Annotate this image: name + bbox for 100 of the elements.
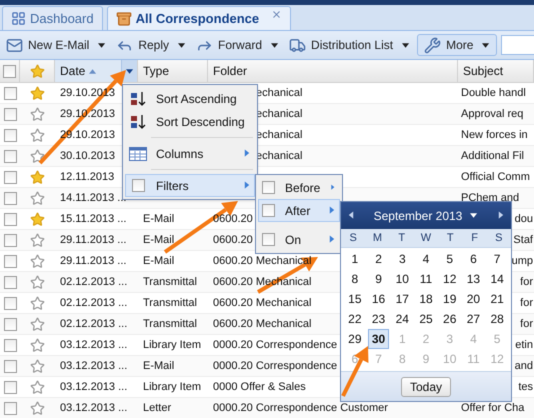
calendar-day[interactable]: 1 xyxy=(348,249,362,269)
tab[interactable]: All Correspondence xyxy=(106,6,292,30)
folder-cell-text: 0600.20 xyxy=(213,212,253,227)
star-icon[interactable] xyxy=(30,170,45,184)
checkbox[interactable] xyxy=(262,233,275,246)
calendar-day[interactable]: 15 xyxy=(344,289,366,309)
toolbar-button[interactable]: Reply xyxy=(113,34,190,56)
calendar-day[interactable]: 30 xyxy=(368,329,390,349)
star-icon[interactable] xyxy=(30,232,45,248)
star-icon[interactable] xyxy=(30,64,44,78)
checkbox[interactable] xyxy=(4,234,16,246)
calendar-day[interactable]: 20 xyxy=(462,289,484,309)
star-icon[interactable] xyxy=(30,106,45,122)
today-button[interactable]: Today xyxy=(400,376,452,396)
folder-cell-text: echanical xyxy=(256,148,302,164)
star-icon[interactable] xyxy=(30,254,45,268)
calendar-day[interactable]: 29 xyxy=(344,329,366,349)
calendar-day[interactable]: 2 xyxy=(371,249,386,269)
calendar-day[interactable]: 12 xyxy=(439,269,460,289)
calendar-day[interactable]: 25 xyxy=(415,309,437,329)
menu-item[interactable]: Columns xyxy=(125,142,255,165)
calendar-day[interactable]: 19 xyxy=(439,289,460,309)
calendar-day[interactable]: 23 xyxy=(368,309,390,329)
column-header[interactable]: Folder xyxy=(208,60,458,82)
menu-item[interactable]: Sort Descending xyxy=(125,110,255,133)
toolbar-button[interactable]: New E-Mail xyxy=(3,34,110,56)
checkbox[interactable] xyxy=(4,402,16,414)
checkbox[interactable] xyxy=(262,204,275,217)
calendar-day[interactable]: 16 xyxy=(368,289,390,309)
caret-icon xyxy=(271,40,280,50)
checkbox[interactable] xyxy=(4,380,16,394)
calendar-day[interactable]: 10 xyxy=(392,269,413,289)
menu-item[interactable]: On xyxy=(258,228,340,251)
menu-item[interactable]: Before xyxy=(258,176,340,199)
calendar-day[interactable]: 6 xyxy=(466,249,481,269)
toolbar-button[interactable]: Forward xyxy=(193,34,282,56)
checkbox[interactable] xyxy=(3,64,16,78)
menu-item[interactable]: Sort Ascending xyxy=(125,87,255,110)
date-cell-text: 02.12.2013 ... xyxy=(60,274,128,290)
column-header[interactable]: Type xyxy=(138,60,208,82)
star-icon[interactable] xyxy=(30,380,45,394)
checkbox[interactable] xyxy=(4,212,16,226)
checkbox[interactable] xyxy=(4,86,16,100)
calendar-day[interactable]: 9 xyxy=(371,269,386,289)
star-icon[interactable] xyxy=(30,358,45,374)
calendar-day[interactable]: 27 xyxy=(462,309,484,329)
checkbox[interactable] xyxy=(4,192,16,204)
calendar-day[interactable]: 3 xyxy=(394,249,410,269)
menu-item[interactable]: Filters xyxy=(125,174,255,197)
checkbox[interactable] xyxy=(4,128,16,142)
submenu-arrow-icon xyxy=(328,235,336,244)
star-icon[interactable] xyxy=(30,400,45,416)
checkbox[interactable] xyxy=(4,254,16,268)
calendar-day[interactable]: 24 xyxy=(392,309,413,329)
toolbar-button[interactable]: Distribution List xyxy=(286,34,414,56)
calendar-day[interactable]: 4 xyxy=(418,249,434,269)
checkbox[interactable] xyxy=(4,318,16,330)
star-icon[interactable] xyxy=(30,86,45,100)
checkbox[interactable] xyxy=(4,276,16,288)
tab[interactable]: Dashboard xyxy=(2,6,103,30)
calendar-day[interactable]: 5 xyxy=(442,249,458,269)
calendar-day[interactable]: 22 xyxy=(344,309,366,329)
calendar-day[interactable]: 11 xyxy=(416,269,436,289)
calendar-day[interactable]: 18 xyxy=(415,289,437,309)
type-cell-text: E-Mail xyxy=(143,358,174,374)
star-icon[interactable] xyxy=(30,212,45,226)
calendar-day[interactable]: 17 xyxy=(392,289,413,309)
folder-cell-text: echanical xyxy=(256,86,302,101)
column-header[interactable]: Date xyxy=(55,60,138,82)
calendar-day[interactable]: 21 xyxy=(486,289,508,309)
date-cell-text: 29.11.2013 ... xyxy=(60,232,126,248)
toolbar-button[interactable]: More xyxy=(417,34,498,56)
pointer-arrow xyxy=(341,346,368,397)
star-icon[interactable] xyxy=(30,148,45,164)
checkbox[interactable] xyxy=(4,360,16,372)
star-icon[interactable] xyxy=(30,190,45,206)
star-icon[interactable] xyxy=(30,338,45,352)
type-cell-text: Letter xyxy=(143,400,172,416)
star-icon[interactable] xyxy=(30,316,45,332)
star-icon[interactable] xyxy=(30,274,45,290)
calendar-day[interactable]: 13 xyxy=(462,269,484,289)
calendar-day[interactable]: 28 xyxy=(486,309,508,329)
menu-item[interactable]: After xyxy=(258,199,340,222)
checkbox[interactable] xyxy=(4,108,16,120)
calendar-day[interactable]: 14 xyxy=(486,269,508,289)
search-field[interactable] xyxy=(501,35,534,55)
star-icon[interactable] xyxy=(30,128,45,142)
close-icon[interactable] xyxy=(271,9,282,20)
star-icon[interactable] xyxy=(30,296,45,310)
checkbox[interactable] xyxy=(132,179,144,192)
calendar-day[interactable]: 26 xyxy=(439,309,460,329)
calendar-day[interactable]: 8 xyxy=(348,269,362,289)
column-header[interactable]: Subject xyxy=(458,60,534,82)
checkbox[interactable] xyxy=(4,150,16,162)
calendar-day[interactable]: 7 xyxy=(490,249,504,269)
checkbox[interactable] xyxy=(4,170,16,184)
checkbox[interactable] xyxy=(262,181,275,194)
subject-cell-text: and xyxy=(514,358,533,374)
checkbox[interactable] xyxy=(4,296,16,310)
checkbox[interactable] xyxy=(4,338,16,352)
